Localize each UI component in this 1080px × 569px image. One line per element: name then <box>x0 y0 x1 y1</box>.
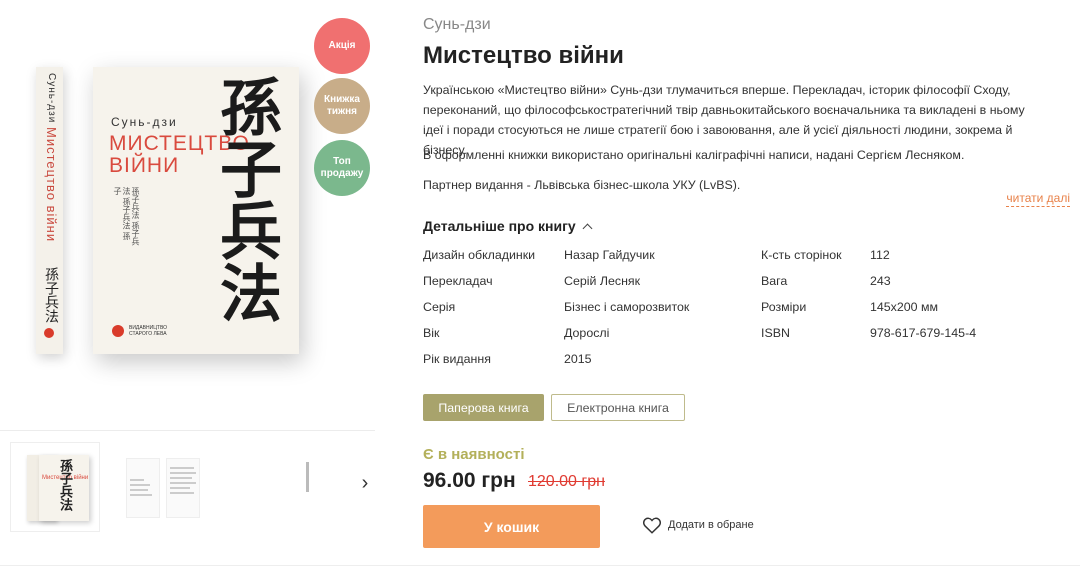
spine-title: Мистецтво війни <box>44 127 59 243</box>
thumbnail-spread-2[interactable] <box>232 442 322 532</box>
page-title: Мистецтво війни <box>423 42 624 69</box>
add-to-cart-button[interactable]: У кошик <box>423 505 600 548</box>
description-paragraph: В оформленні книжки використано оригінал… <box>423 148 965 162</box>
product-gallery: Сунь-дзи Мистецтво війни 孫子兵法 Сунь-дзи М… <box>0 0 375 569</box>
spec-label: ISBN <box>761 326 790 340</box>
current-price: 96.00 грн <box>423 469 516 492</box>
favorites-label: Додати в обране <box>668 519 754 531</box>
thumbnail-page-left <box>126 458 160 518</box>
book-cover-image[interactable]: Сунь-дзи Мистецтво війни 孫子兵法 孫子兵法 孫子兵法 … <box>93 67 299 354</box>
thumbnail-cover[interactable]: Мистецтво війни 孫子兵法 <box>10 442 100 532</box>
spec-label: Серія <box>423 300 456 314</box>
badge-book-of-week: Книжка тижня <box>314 78 370 134</box>
spec-label: Рік видання <box>423 352 491 366</box>
spec-label: Перекладач <box>423 274 493 288</box>
thumbnail-page-calligraphy <box>272 458 312 518</box>
book-spine-image: Сунь-дзи Мистецтво війни 孫子兵法 <box>36 67 63 354</box>
cover-author: Сунь-дзи <box>111 115 178 129</box>
spec-value: 2015 <box>564 352 592 366</box>
stock-status: Є в наявності <box>423 446 525 463</box>
add-to-favorites-button[interactable]: Додати в обране <box>642 516 754 534</box>
thumbnail-cover-image: Мистецтво війни 孫子兵法 <box>39 455 89 521</box>
spec-value: Назар Гайдучик <box>564 248 655 262</box>
divider <box>0 565 1080 566</box>
chevron-right-icon[interactable]: › <box>355 473 375 493</box>
spec-label: К-сть сторінок <box>761 248 842 262</box>
cover-small-calligraphy: 孫子兵法 孫子兵法 孫子兵法 孫子 <box>113 187 140 246</box>
format-paper-button[interactable]: Паперова книга <box>423 394 544 421</box>
chevron-up-icon <box>582 223 593 233</box>
publisher-logo-icon <box>44 328 54 338</box>
spine-calligraphy: 孫子兵法 <box>43 267 59 323</box>
spec-label: Вага <box>761 274 788 288</box>
thumbnail-calligraphy: 孫子兵法 <box>57 459 72 511</box>
spec-label: Дизайн обкладинки <box>423 248 536 262</box>
heart-icon <box>642 517 662 534</box>
thumbnail-page-right <box>166 458 200 518</box>
spec-value: 243 <box>870 274 891 288</box>
product-author[interactable]: Сунь-дзи <box>423 16 491 34</box>
badge-top-sales: Топ продажу <box>314 140 370 196</box>
format-ebook-button[interactable]: Електронна книга <box>551 394 685 421</box>
spec-value: 978-617-679-145-4 <box>870 326 977 340</box>
spine-author: Сунь-дзи <box>46 73 57 124</box>
details-heading: Детальніше про книгу <box>423 218 576 234</box>
read-more-link[interactable]: читати далі <box>1006 190 1070 207</box>
spec-value: 112 <box>870 248 890 262</box>
cover-calligraphy: 孫子兵法 <box>209 75 282 323</box>
details-toggle[interactable]: Детальніше про книгу <box>423 218 593 234</box>
gallery-divider <box>0 430 375 431</box>
spec-value[interactable]: Бізнес і саморозвиток <box>564 300 689 314</box>
spec-label: Вік <box>423 326 440 340</box>
cover-publisher: Видавництво Старого Лева <box>129 325 168 337</box>
spec-value: 145х200 мм <box>870 300 939 314</box>
thumbnail-spread-1[interactable] <box>120 442 210 532</box>
spec-value: Дорослі <box>564 326 610 340</box>
spec-label: Розміри <box>761 300 807 314</box>
badge-sale: Акція <box>314 18 370 74</box>
publisher-logo-icon <box>112 325 124 337</box>
spec-value: Серій Лесняк <box>564 274 641 288</box>
description-paragraph: Партнер видання - Львівська бізнес-школа… <box>423 178 741 192</box>
old-price: 120.00 грн <box>528 473 605 490</box>
